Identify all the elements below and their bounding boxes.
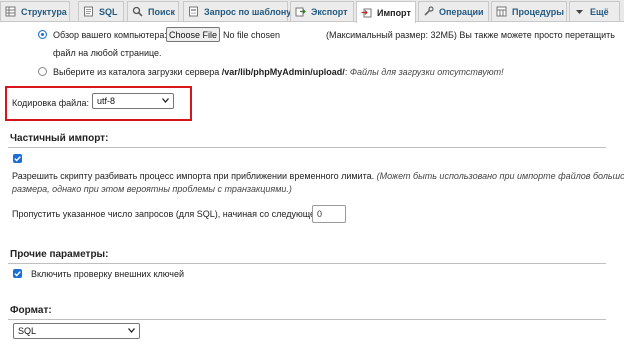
allow-interrupt-note-cont: размера, однако при этом вероятны пробле…	[12, 184, 292, 194]
format-value: SQL	[18, 326, 37, 336]
drag-drop-text: файл на любой странице.	[53, 48, 162, 58]
fk-checks-checkbox[interactable]	[13, 269, 22, 278]
chevron-down-icon	[576, 10, 583, 14]
tab-search[interactable]: Поиск	[127, 1, 179, 21]
format-select[interactable]: SQL	[13, 323, 140, 339]
tab-label: Экспорт	[311, 6, 348, 17]
operations-icon	[424, 6, 434, 16]
import-content: Обзор вашего компьютера: Choose File No …	[0, 22, 624, 349]
chevron-down-icon	[128, 328, 135, 333]
search-icon	[132, 6, 143, 17]
skip-queries-input[interactable]: 0	[312, 205, 346, 223]
tab-operations[interactable]: Операции	[418, 1, 489, 21]
server-upload-colon: :	[344, 67, 348, 77]
other-options-divider	[8, 263, 606, 264]
max-size-text: (Максимальный размер: 32МБ) Вы также мож…	[326, 30, 615, 40]
tab-label: SQL	[99, 6, 118, 17]
tab-export[interactable]: Экспорт	[290, 1, 354, 21]
tab-routines[interactable]: Процедуры	[491, 1, 567, 21]
query-icon	[189, 6, 198, 17]
tab-structure[interactable]: Структура	[0, 1, 70, 21]
tab-label: Структура	[21, 6, 67, 17]
allow-interrupt-text: Разрешить скрипту разбивать процесс импо…	[12, 171, 375, 181]
browse-computer-radio[interactable]	[38, 30, 47, 39]
server-upload-radio[interactable]	[38, 67, 47, 76]
partial-import-divider	[8, 147, 606, 148]
server-upload-label: Выберите из каталога загрузки сервера /v…	[53, 67, 504, 77]
server-upload-path: /var/lib/phpMyAdmin/upload/	[221, 67, 345, 77]
skip-queries-label: Пропустить указанное число запросов (для…	[12, 209, 326, 219]
tab-label: Операции	[439, 6, 484, 17]
format-divider	[8, 319, 606, 320]
no-file-chosen-text: No file chosen	[223, 30, 281, 40]
tab-label: Запрос по шаблону	[204, 6, 292, 17]
fk-checks-label: Включить проверку внешних ключей	[31, 269, 185, 279]
allow-interrupt-label: Разрешить скрипту разбивать процесс импо…	[12, 171, 624, 181]
allow-interrupt-note: (Может быть использовано при импорте фай…	[376, 171, 624, 181]
encoding-value: utf-8	[97, 96, 116, 106]
browse-computer-label: Обзор вашего компьютера:	[53, 30, 167, 40]
tab-label: Ещё	[590, 6, 609, 17]
partial-import-heading: Частичный импорт:	[10, 133, 109, 144]
check-icon	[14, 271, 21, 277]
other-options-heading: Прочие параметры:	[10, 249, 109, 260]
tab-label: Импорт	[377, 7, 411, 18]
structure-icon	[5, 6, 16, 17]
tab-label: Поиск	[148, 6, 176, 17]
server-upload-text: Выберите из каталога загрузки сервера	[53, 67, 220, 77]
chevron-down-icon	[162, 98, 169, 103]
tab-sql[interactable]: SQL	[78, 1, 124, 21]
choose-file-button[interactable]: Choose File	[166, 27, 220, 42]
tab-query[interactable]: Запрос по шаблону	[183, 1, 292, 21]
export-icon	[295, 7, 306, 17]
import-icon	[361, 8, 372, 18]
routines-icon	[496, 6, 507, 17]
encoding-label: Кодировка файла:	[12, 98, 89, 108]
tab-import[interactable]: Импорт	[356, 1, 416, 23]
tab-label: Процедуры	[512, 6, 564, 17]
check-icon	[14, 156, 21, 162]
no-upload-files-note: Файлы для загрузки отсутствуют!	[349, 67, 504, 77]
tab-more[interactable]: Ещё	[569, 1, 620, 21]
encoding-select[interactable]: utf-8	[92, 93, 174, 109]
allow-interrupt-checkbox[interactable]	[13, 154, 22, 163]
format-heading: Формат:	[10, 305, 52, 316]
tab-bar: Структура SQL Поиск Запрос по шаблону Эк…	[0, 0, 624, 23]
sql-icon	[84, 6, 93, 17]
